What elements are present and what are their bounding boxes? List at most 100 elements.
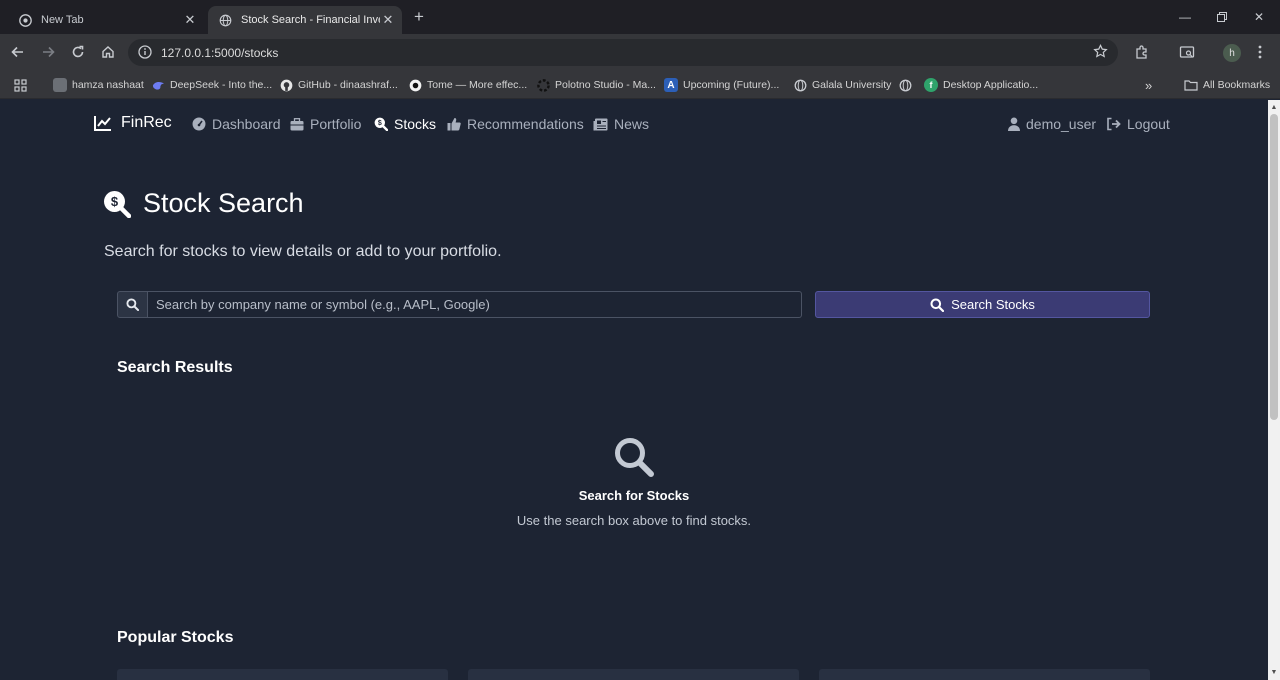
extensions-icon[interactable] [1133,43,1151,61]
bookmark-item[interactable]: GitHub - dinaashraf... [279,77,398,93]
nav-news[interactable]: News [593,116,649,132]
stock-search-input[interactable] [148,291,802,318]
popular-stock-card[interactable] [468,669,799,680]
nav-recommendations-label: Recommendations [467,116,584,132]
globe-icon [793,78,807,92]
polotno-icon [536,78,550,92]
back-icon[interactable] [8,42,28,62]
search-icon [117,291,148,318]
page-scrollbar[interactable]: ▲ ▼ [1268,100,1280,680]
nav-portfolio-label: Portfolio [310,116,362,132]
bookmark-item[interactable]: f Desktop Applicatio... [924,77,1038,93]
nav-logout-label: Logout [1127,116,1170,132]
address-bar[interactable]: 127.0.0.1:5000/stocks [128,39,1118,66]
empty-state-title: Search for Stocks [578,488,690,503]
menu-kebab-icon[interactable] [1251,43,1269,61]
browser-tab-strip: New Tab ✕ Stock Search - Financial Inves… [0,0,1280,34]
thumbs-up-icon [447,118,461,131]
forward-icon[interactable] [38,42,58,62]
bookmark-star-icon[interactable] [1093,43,1108,64]
page-heading: $ Stock Search [103,188,304,219]
minimize-icon[interactable]: — [1166,0,1204,34]
deepseek-icon [151,78,165,92]
search-dollar-icon: $ [374,117,388,131]
new-tab-icon[interactable]: + [410,7,428,26]
scroll-up-icon[interactable]: ▲ [1270,103,1278,111]
svg-text:$: $ [111,194,119,209]
close-tab-icon[interactable]: ✕ [380,12,396,28]
empty-state-text: Use the search box above to find stocks. [516,513,752,528]
briefcase-icon [290,117,304,130]
desktop-app-icon: f [924,78,938,92]
search-icon [930,298,945,312]
globe-icon [218,13,232,27]
folder-icon [1184,78,1198,92]
newspaper-icon [593,118,608,130]
browser-toolbar: 127.0.0.1:5000/stocks [0,34,1280,71]
nav-portfolio[interactable]: Portfolio [290,116,361,132]
nav-logout[interactable]: Logout [1106,116,1170,132]
bookmark-item[interactable]: Polotno Studio - Ma... [536,77,656,93]
bookmark-item[interactable] [898,77,917,93]
site-info-icon[interactable] [138,45,152,64]
page-viewport: FinRec Dashboard Portfolio $ Stocks Reco… [0,100,1268,680]
popular-stocks-heading: Popular Stocks [117,629,234,646]
search-dollar-icon: $ [104,190,131,218]
brand-link[interactable]: FinRec [94,114,172,132]
restore-icon[interactable] [1203,0,1241,34]
reload-icon[interactable] [68,42,88,62]
page-lead-text: Search for stocks to view details or add… [104,243,502,260]
sign-out-icon [1107,117,1121,131]
scrollbar-thumb[interactable] [1270,114,1278,420]
search-results-heading: Search Results [117,359,233,376]
bookmark-item[interactable]: Tome — More effec... [408,77,527,93]
tab-stock-search[interactable]: Stock Search - Financial Investm ✕ [208,6,402,34]
image-icon [53,78,67,92]
apps-grid-icon[interactable] [14,77,27,93]
nav-user[interactable]: demo_user [1008,116,1096,132]
bookmark-label: Polotno Studio - Ma... [555,79,656,91]
nav-stocks-label: Stocks [394,116,437,132]
more-bookmarks-icon[interactable]: » [1145,77,1152,93]
search-stocks-button[interactable]: Search Stocks [815,291,1150,318]
svg-text:$: $ [378,120,382,127]
nav-recommendations[interactable]: Recommendations [447,116,584,132]
home-icon[interactable] [98,42,118,62]
nav-stocks[interactable]: $ Stocks [374,116,436,132]
bookmark-item[interactable]: Galala University [793,77,891,93]
profile-avatar[interactable]: h [1223,44,1241,62]
scroll-down-icon[interactable]: ▼ [1270,668,1278,676]
upcoming-icon: A [664,78,678,92]
tab-title: New Tab [41,14,84,26]
search-results-empty-state: Search for Stocks Use the search box abo… [434,436,834,528]
tab-new-tab[interactable]: New Tab ✕ [8,6,204,34]
bookmark-item[interactable]: A Upcoming (Future)... [664,77,779,93]
app-navbar: FinRec Dashboard Portfolio $ Stocks Reco… [0,100,1268,148]
tab-search-icon[interactable] [1178,43,1196,61]
all-bookmarks-folder[interactable]: All Bookmarks [1184,77,1270,93]
chart-line-icon [94,116,111,131]
tome-icon [408,78,422,92]
close-window-icon[interactable]: ✕ [1240,0,1278,34]
nav-user-label: demo_user [1026,116,1097,132]
close-tab-icon[interactable]: ✕ [182,12,198,28]
github-icon [279,78,293,92]
popular-stock-card[interactable] [819,669,1150,680]
bookmarks-bar: hamza nashaat DeepSeek - Into the... Git… [0,71,1280,99]
bookmark-label: Tome — More effec... [427,79,528,91]
bookmark-item[interactable]: hamza nashaat [53,77,144,93]
bookmark-label: GitHub - dinaashraf... [298,79,398,91]
bookmark-item[interactable]: DeepSeek - Into the... [151,77,272,93]
url-text: 127.0.0.1:5000/stocks [161,46,279,60]
nav-dashboard-label: Dashboard [212,116,281,132]
search-input-group [117,291,802,318]
user-icon [1008,117,1020,131]
bookmark-label: Upcoming (Future)... [683,79,780,91]
bookmark-label: Galala University [812,79,892,91]
search-icon [434,436,834,478]
popular-stock-card[interactable] [117,669,448,680]
nav-dashboard[interactable]: Dashboard [192,116,281,132]
bookmark-label: DeepSeek - Into the... [170,79,273,91]
dashboard-icon [192,117,206,131]
brand-name: FinRec [121,114,172,131]
